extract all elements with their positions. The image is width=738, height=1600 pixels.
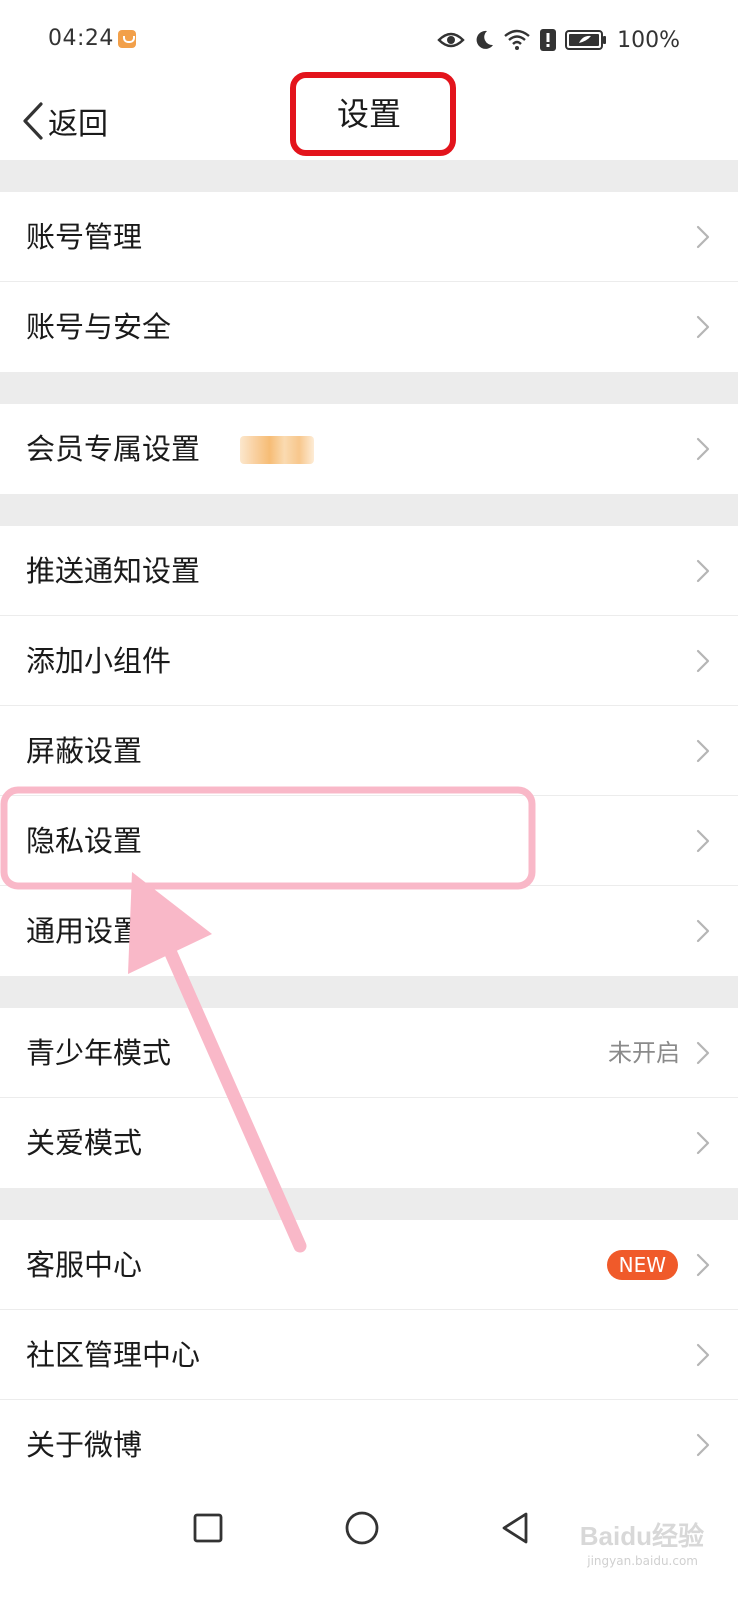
watermark: Baidu经验 bbox=[579, 1521, 704, 1551]
row-label: 账号管理 bbox=[26, 220, 143, 254]
new-badge: NEW bbox=[606, 1250, 678, 1280]
chevron-right-icon bbox=[696, 1131, 710, 1155]
row-add-widget[interactable]: 添加小组件 bbox=[0, 616, 738, 706]
row-label: 账号与安全 bbox=[26, 310, 172, 344]
chevron-right-icon bbox=[696, 919, 710, 943]
chevron-right-icon bbox=[696, 1041, 710, 1065]
home-button[interactable] bbox=[342, 1508, 382, 1548]
system-nav-bar: Baidu经验 jingyan.baidu.com bbox=[0, 1480, 738, 1600]
settings-list: 账号管理 账号与安全 会员专属设置 推送通知设置 添加小组件 屏蔽设置 隐私设置… bbox=[0, 160, 738, 1490]
chevron-right-icon bbox=[696, 437, 710, 461]
battery-percent: 100% bbox=[617, 27, 680, 53]
chevron-right-icon bbox=[696, 225, 710, 249]
row-label: 关于微博 bbox=[26, 1428, 143, 1462]
section-divider bbox=[0, 1188, 738, 1220]
eye-icon bbox=[437, 32, 465, 48]
row-label: 客服中心 bbox=[26, 1248, 143, 1282]
row-general-settings[interactable]: 通用设置 bbox=[0, 886, 738, 976]
teen-mode-status: 未开启 bbox=[608, 1039, 680, 1067]
row-label: 青少年模式 bbox=[26, 1036, 172, 1070]
section-divider bbox=[0, 494, 738, 526]
blurred-vip-badge bbox=[240, 436, 314, 464]
row-label: 推送通知设置 bbox=[26, 554, 201, 588]
moon-icon bbox=[476, 30, 494, 49]
row-about-weibo[interactable]: 关于微博 bbox=[0, 1400, 738, 1490]
section-divider bbox=[0, 372, 738, 404]
row-account-security[interactable]: 账号与安全 bbox=[0, 282, 738, 372]
wifi-icon bbox=[504, 29, 530, 50]
row-customer-service[interactable]: 客服中心 NEW bbox=[0, 1220, 738, 1310]
chevron-right-icon bbox=[696, 829, 710, 853]
row-community-management[interactable]: 社区管理中心 bbox=[0, 1310, 738, 1400]
chevron-right-icon bbox=[696, 649, 710, 673]
nav-bar: 返回 设置 bbox=[0, 72, 738, 160]
row-label: 通用设置 bbox=[26, 914, 143, 948]
alert-icon bbox=[540, 29, 557, 51]
row-label: 隐私设置 bbox=[26, 824, 143, 858]
battery-icon bbox=[565, 30, 607, 50]
row-account-management[interactable]: 账号管理 bbox=[0, 192, 738, 282]
row-block-settings[interactable]: 屏蔽设置 bbox=[0, 706, 738, 796]
chevron-right-icon bbox=[696, 1343, 710, 1367]
row-privacy-settings[interactable]: 隐私设置 bbox=[0, 796, 738, 886]
status-icons: 100% bbox=[437, 24, 680, 56]
row-push-notification[interactable]: 推送通知设置 bbox=[0, 526, 738, 616]
row-member-settings[interactable]: 会员专属设置 bbox=[0, 404, 738, 494]
weibo-app-icon bbox=[118, 30, 136, 48]
chevron-right-icon bbox=[696, 1253, 710, 1277]
watermark-url: jingyan.baidu.com bbox=[587, 1554, 698, 1568]
section-divider bbox=[0, 976, 738, 1008]
status-bar: 04:24 100% bbox=[0, 0, 738, 82]
row-teen-mode[interactable]: 青少年模式 未开启 bbox=[0, 1008, 738, 1098]
chevron-right-icon bbox=[696, 315, 710, 339]
row-label: 社区管理中心 bbox=[26, 1338, 201, 1372]
title-highlight-box bbox=[290, 72, 456, 156]
row-label: 关爱模式 bbox=[26, 1126, 143, 1160]
recent-apps-button[interactable] bbox=[188, 1508, 228, 1548]
chevron-right-icon bbox=[696, 559, 710, 583]
row-label: 会员专属设置 bbox=[26, 432, 201, 466]
chevron-right-icon bbox=[696, 739, 710, 763]
row-care-mode[interactable]: 关爱模式 bbox=[0, 1098, 738, 1188]
section-divider bbox=[0, 160, 738, 192]
row-label: 屏蔽设置 bbox=[26, 734, 143, 768]
chevron-right-icon bbox=[696, 1433, 710, 1457]
back-nav-button[interactable] bbox=[496, 1508, 536, 1548]
row-label: 添加小组件 bbox=[26, 644, 172, 678]
status-time: 04:24 bbox=[48, 26, 114, 51]
